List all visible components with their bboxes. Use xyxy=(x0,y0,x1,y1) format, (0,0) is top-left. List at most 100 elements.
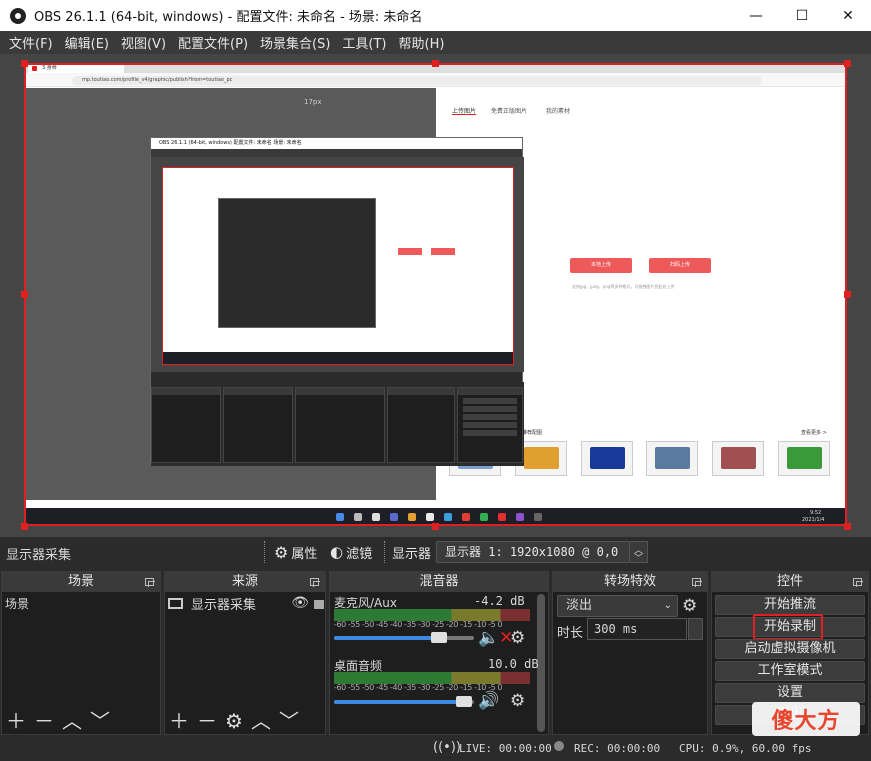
resize-handle[interactable] xyxy=(432,523,439,530)
maximize-button[interactable]: ☐ xyxy=(779,0,825,31)
menu-help[interactable]: 帮助(H) xyxy=(393,33,451,52)
tray-time: 9:52 xyxy=(810,510,822,516)
tray-date: 2021/1/4 xyxy=(802,517,825,523)
selected-source-label: 显示器采集 xyxy=(6,548,72,563)
browser-tab: 3.身骨 xyxy=(28,64,124,73)
scenes-controls: ＋ － ︿ ﹀ xyxy=(6,711,110,731)
gear-icon[interactable]: ⚙ xyxy=(510,691,525,711)
record-dot-icon xyxy=(554,741,564,751)
resize-handle[interactable] xyxy=(21,60,28,67)
float-icon[interactable] xyxy=(692,578,702,587)
menu-tools[interactable]: 工具(T) xyxy=(336,33,392,52)
upload-tab-free: 免费正版图片 xyxy=(491,108,528,115)
transitions-header: 转场特效 xyxy=(553,572,707,592)
start-virtual-camera-button[interactable]: 启动虚拟摄像机 xyxy=(715,639,865,659)
studio-mode-button[interactable]: 工作室模式 xyxy=(715,661,865,681)
title-bar: OBS 26.1.1 (64-bit, windows) - 配置文件: 未命名… xyxy=(0,0,871,31)
desktop-scale: -60 -55 -50 -45 -40 -35 -30 -25 -20 -15 … xyxy=(334,683,503,692)
app-icon xyxy=(426,513,434,521)
chevron-up-icon[interactable]: ︿ xyxy=(251,711,271,731)
cpu-status: CPU: 0.9%, 60.00 fps xyxy=(679,742,812,755)
gear-icon[interactable]: ⚙ xyxy=(225,711,243,731)
gear-icon[interactable]: ⚙ xyxy=(682,596,697,616)
chevron-down-icon[interactable]: ﹀ xyxy=(90,711,110,731)
scene-item[interactable]: 场景 xyxy=(5,595,29,612)
nested-title: OBS 26.1.1 (64-bit, windows) 配置文件: 未命名 场… xyxy=(151,138,522,149)
menu-scene-collection[interactable]: 场景集合(S) xyxy=(254,33,336,52)
desktop-volume-slider[interactable] xyxy=(334,696,474,707)
upload-tab-mine: 我的素材 xyxy=(546,108,571,115)
display-select-arrow[interactable]: ︿ ﹀ xyxy=(630,541,648,564)
properties-button[interactable]: ⚙ 属性 xyxy=(274,542,317,562)
menu-edit[interactable]: 编辑(E) xyxy=(59,33,115,52)
mic-volume-knob[interactable] xyxy=(431,632,447,643)
add-icon[interactable]: ＋ xyxy=(169,711,189,731)
float-icon[interactable] xyxy=(310,578,320,587)
filters-button[interactable]: ◐ 滤镜 xyxy=(330,542,372,562)
browser-address-bar: mp.toutiao.com/profile_v4/graphic/publis… xyxy=(24,73,847,87)
window-title: OBS 26.1.1 (64-bit, windows) - 配置文件: 未命名… xyxy=(34,10,423,25)
minimize-button[interactable]: — xyxy=(733,0,779,31)
duration-label: 时长 xyxy=(557,626,584,641)
chevron-down-icon[interactable]: ﹀ xyxy=(279,711,299,731)
local-upload-button: 本地上传 xyxy=(570,258,632,273)
chrome-icon xyxy=(462,513,470,521)
filters-label: 滤镜 xyxy=(346,546,373,562)
transition-type: 淡出 xyxy=(566,598,593,613)
scenes-dock: 场景 场景 ＋ － ︿ ﹀ xyxy=(1,571,161,735)
remove-icon[interactable]: － xyxy=(34,711,54,731)
menu-view[interactable]: 视图(V) xyxy=(115,33,172,52)
source-item[interactable]: 显示器采集 👁 xyxy=(168,594,324,613)
transition-select[interactable]: 淡出 ⌄ xyxy=(557,595,678,617)
start-streaming-button[interactable]: 开始推流 xyxy=(715,595,865,615)
remove-icon[interactable]: － xyxy=(197,711,217,731)
upload-hint: 支持jpg、jpeg、png等多种格式，可拖拽图片到此处上传 xyxy=(572,284,675,289)
nested-preview xyxy=(151,157,524,372)
resize-handle[interactable] xyxy=(844,60,851,67)
recommended-image xyxy=(712,441,764,476)
resize-handle[interactable] xyxy=(21,291,28,298)
lock-icon[interactable] xyxy=(314,600,324,609)
live-status: LIVE: 00:00:00 xyxy=(459,742,552,755)
highlight-box xyxy=(753,614,823,640)
nested-docks xyxy=(151,382,524,466)
duration-spinner[interactable] xyxy=(688,618,703,640)
watermark: 傻大方 xyxy=(752,702,860,736)
resize-handle[interactable] xyxy=(432,60,439,67)
obs-logo-icon xyxy=(10,7,26,24)
mute-speaker-icon[interactable]: 🔈✕ xyxy=(478,628,513,648)
speaker-icon[interactable]: 🔊 xyxy=(478,691,499,711)
menu-file[interactable]: 文件(F) xyxy=(3,33,59,52)
desktop-volume-knob[interactable] xyxy=(456,696,472,707)
preview-canvas[interactable]: 3.身骨 mp.toutiao.com/profile_v4/graphic/p… xyxy=(24,63,847,526)
toolbar-separator xyxy=(384,541,386,563)
start-icon xyxy=(336,513,344,521)
gear-icon[interactable]: ⚙ xyxy=(510,628,525,648)
duration-input[interactable]: 300 ms xyxy=(587,618,687,640)
resize-handle[interactable] xyxy=(844,291,851,298)
float-icon[interactable] xyxy=(853,578,863,587)
chevron-up-icon[interactable]: ︿ xyxy=(62,711,82,731)
chevron-down-icon: ﹀ xyxy=(634,554,644,564)
menu-bar: 文件(F) 编辑(E) 视图(V) 配置文件(P) 场景集合(S) 工具(T) … xyxy=(0,31,871,54)
search-icon xyxy=(354,513,362,521)
settings-button[interactable]: 设置 xyxy=(715,683,865,703)
close-button[interactable]: ✕ xyxy=(825,0,871,31)
float-icon[interactable] xyxy=(145,578,155,587)
app-icon xyxy=(390,513,398,521)
menu-profile[interactable]: 配置文件(P) xyxy=(172,33,254,52)
eye-icon[interactable]: 👁 xyxy=(291,595,309,611)
resize-handle[interactable] xyxy=(844,523,851,530)
status-bar: ((•)) LIVE: 00:00:00 REC: 00:00:00 CPU: … xyxy=(0,737,871,761)
editor-font-size: 17px xyxy=(304,98,322,106)
recommended-image xyxy=(778,441,830,476)
mic-volume-slider[interactable] xyxy=(334,632,474,643)
display-select[interactable]: 显示器 1: 1920x1080 @ 0,0 xyxy=(436,541,630,563)
nested-obs-window: OBS 26.1.1 (64-bit, windows) 配置文件: 未命名 场… xyxy=(150,137,524,466)
sources-header: 来源 xyxy=(165,572,325,592)
resize-handle[interactable] xyxy=(21,523,28,530)
add-icon[interactable]: ＋ xyxy=(6,711,26,731)
display-label: 显示器 xyxy=(392,546,432,562)
nested-dock-mixer xyxy=(295,387,385,463)
rec-status: REC: 00:00:00 xyxy=(574,742,661,755)
